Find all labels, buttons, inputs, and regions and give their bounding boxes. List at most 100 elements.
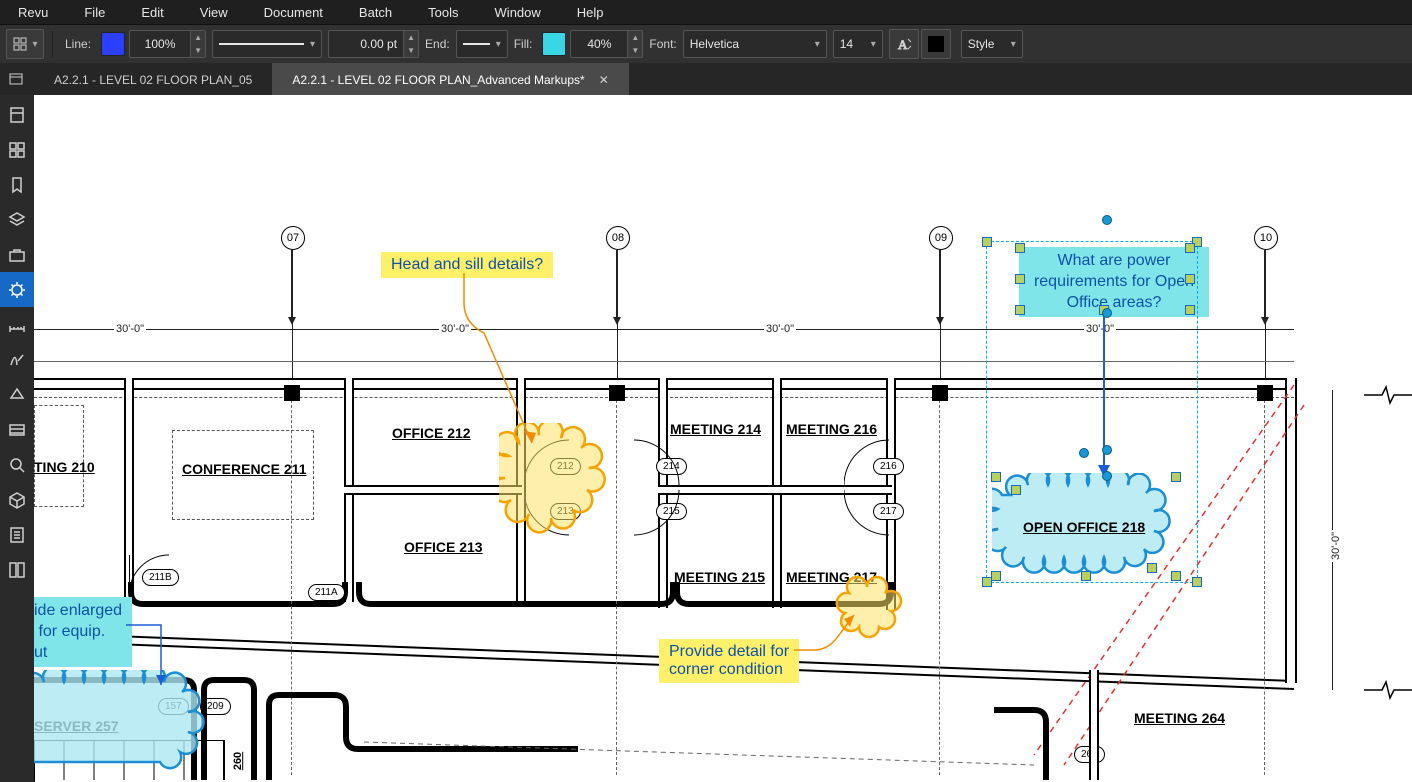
rotation-anchor[interactable] [1102,215,1112,225]
menu-help[interactable]: Help [559,2,622,23]
thumbnails-panel-button[interactable] [0,97,34,132]
dimension-text: 30'-0" [764,323,796,335]
layers-panel-button[interactable] [0,202,34,237]
leader-anchor[interactable] [1102,471,1112,481]
selection-handle[interactable] [991,472,1001,482]
selection-handle[interactable] [1185,243,1195,253]
menu-file[interactable]: File [66,2,123,23]
zoom-stepper[interactable]: ▲▼ [191,30,206,58]
selection-handle[interactable] [1015,305,1025,315]
callout-leader-blue [126,617,186,697]
room-label-meeting-215: MEETING 215 [674,569,765,585]
vdim-text: 30'-0" [1330,530,1342,562]
grid-bubble-07: 07 [281,226,305,250]
document-tab-bar: A2.2.1 - LEVEL 02 FLOOR PLAN_05 A2.2.1 -… [0,63,1412,97]
door-tag-211a: 211A [308,584,345,601]
selection-handle[interactable] [1185,274,1195,284]
fontsize-dropdown[interactable]: 14▾ [833,30,883,58]
selection-handle[interactable] [1011,485,1021,495]
menu-document[interactable]: Document [246,2,341,23]
grid-line [291,250,293,318]
callout-equip[interactable]: ide enlarged for equip. ut [34,597,132,667]
linestyle-dropdown[interactable]: ▾ [212,30,322,58]
selection-handle[interactable] [1185,305,1195,315]
door-swing [629,490,684,545]
tab-label: A2.2.1 - LEVEL 02 FLOOR PLAN_Advanced Ma… [292,73,584,87]
selection-handle[interactable] [1015,274,1025,284]
grid-line [939,250,941,318]
tab-floorplan-05[interactable]: A2.2.1 - LEVEL 02 FLOOR PLAN_05 [34,63,272,96]
forms-panel-button[interactable] [0,517,34,552]
selection-handle[interactable] [991,571,1001,581]
callout-corner[interactable]: Provide detail for corner condition [659,639,799,683]
selection-handle[interactable] [1081,571,1091,581]
spaces-panel-button[interactable] [0,482,34,517]
stamp-panel-button[interactable] [0,377,34,412]
selection-handle[interactable] [1147,563,1157,573]
menu-view[interactable]: View [182,2,246,23]
selection-rectangle[interactable] [986,241,1198,583]
grid-bubble-08: 08 [606,226,630,250]
column [932,385,948,401]
column [284,385,300,401]
line-color-swatch[interactable] [101,32,125,56]
column [609,385,625,401]
grid-bubble-10: 10 [1254,226,1278,250]
dimension-text: 30'-0" [114,323,146,335]
break-mark [1364,680,1412,700]
opacity-field[interactable]: 40% [570,30,628,58]
callout-leader [454,273,544,453]
leader-anchor[interactable] [1102,308,1112,318]
break-mark [1364,385,1412,405]
profile-dropdown-button[interactable]: ▾ [6,29,44,59]
door-swing [844,435,899,490]
studio-panel-button[interactable] [0,552,34,587]
leader-anchor[interactable] [1102,445,1112,455]
selection-handle[interactable] [1015,243,1025,253]
lineend-dropdown[interactable]: ▾ [456,30,508,58]
toolchest-panel-button[interactable] [0,237,34,272]
measure-panel-button[interactable] [0,307,34,342]
tab-menu-button[interactable] [2,65,30,93]
room-label-office-213: OFFICE 213 [404,539,483,555]
tab-floorplan-advanced-markups[interactable]: A2.2.1 - LEVEL 02 FLOOR PLAN_Advanced Ma… [272,63,628,96]
opacity-stepper[interactable]: ▲▼ [628,30,643,58]
signatures-panel-button[interactable] [0,342,34,377]
selection-handle[interactable] [1171,472,1181,482]
door-swing [629,435,684,490]
zoom-field[interactable]: 100% [129,30,191,58]
file-access-panel-button[interactable] [0,412,34,447]
search-panel-button[interactable] [0,447,34,482]
fill-color-swatch[interactable] [542,32,566,56]
close-icon[interactable]: ✕ [599,73,609,87]
properties-toolbar: ▾ Line: 100% ▲▼ ▾ 0.00 pt ▲▼ End: ▾ Fill… [0,24,1412,63]
style-dropdown[interactable]: Style▾ [961,30,1023,58]
panels-button[interactable] [0,132,34,167]
text-color-button[interactable] [921,29,951,59]
menu-tools[interactable]: Tools [410,2,476,23]
left-panel [0,95,35,782]
menu-window[interactable]: Window [477,2,559,23]
room-label-meeting-210: TING 210 [34,459,95,475]
selection-handle[interactable] [982,237,992,247]
bookmarks-panel-button[interactable] [0,167,34,202]
lineweight-field[interactable]: 0.00 pt [328,30,404,58]
selection-handle[interactable] [1192,577,1202,587]
fill-label: Fill: [514,37,533,51]
menu-edit[interactable]: Edit [123,2,181,23]
end-label: End: [425,37,450,51]
font-dropdown[interactable]: Helvetica▾ [683,30,827,58]
selection-handle[interactable] [1171,571,1181,581]
menu-batch[interactable]: Batch [341,2,410,23]
lineweight-stepper[interactable]: ▲▼ [404,30,419,58]
menu-revu[interactable]: Revu [8,2,66,23]
properties-panel-button[interactable] [0,272,34,307]
tab-label: A2.2.1 - LEVEL 02 FLOOR PLAN_05 [54,73,252,87]
text-autosize-button[interactable]: A [889,29,919,59]
wall [344,485,522,495]
drawing-canvas[interactable]: 07 08 09 10 30'-0" 30'-0" 30'-0" 30'-0" … [34,95,1412,780]
grid-bubble-09: 09 [929,226,953,250]
grid-line [616,250,618,318]
rotation-anchor[interactable] [1079,448,1089,458]
dashed-zone [34,405,84,507]
